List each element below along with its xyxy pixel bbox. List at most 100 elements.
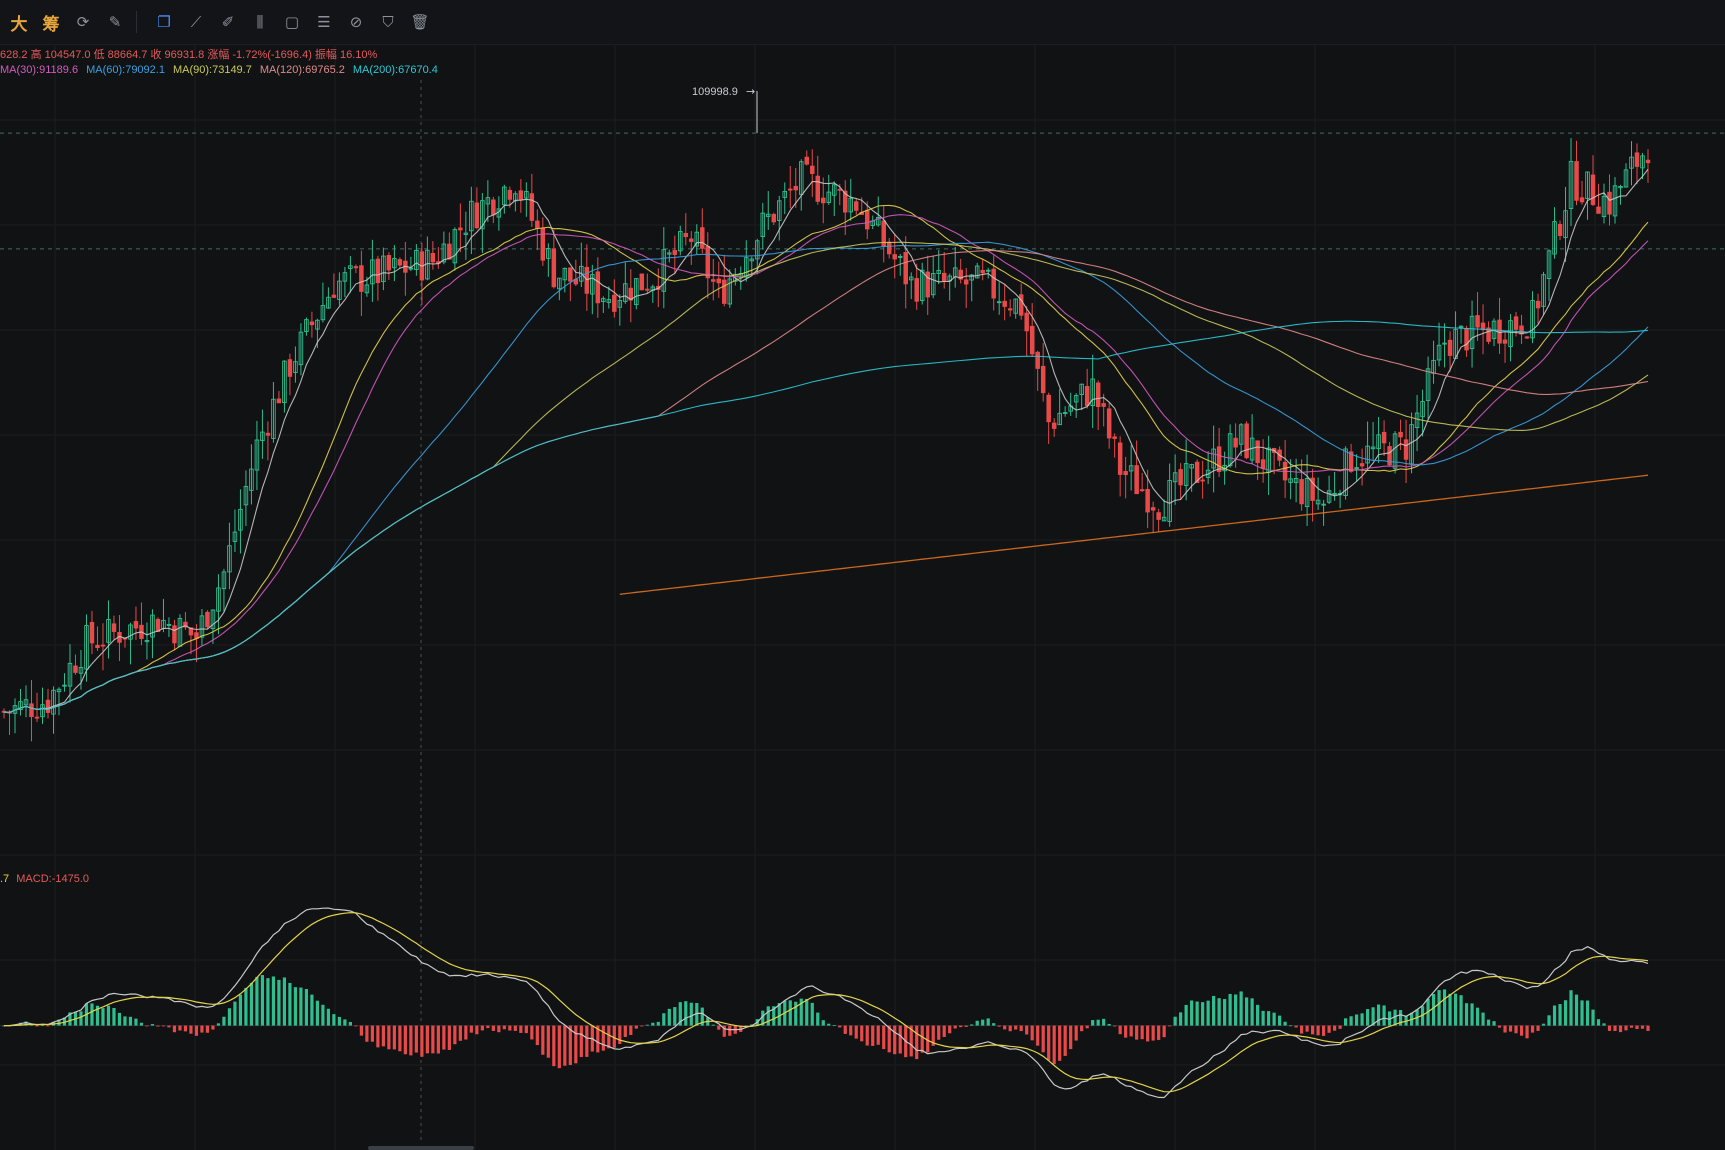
macd-bar (1272, 1012, 1276, 1026)
macd-bar (1536, 1025, 1540, 1031)
price-chart[interactable]: 109998.9 → (0, 0, 1725, 1150)
macd-bar (997, 1025, 1001, 1027)
macd-bar (579, 1025, 583, 1058)
macd-bar (1146, 1025, 1150, 1042)
macd-bar (1646, 1025, 1650, 1031)
macd-bar (183, 1025, 188, 1032)
macd-bar (1541, 1023, 1546, 1026)
macd-bar (640, 1025, 644, 1027)
ma90-line (3, 241, 1649, 713)
macd-bar (233, 1001, 237, 1026)
macd-bar (425, 1025, 429, 1054)
macd-bar (453, 1025, 457, 1045)
macd-bar (348, 1021, 352, 1026)
macd-bar (1547, 1015, 1551, 1026)
macd-bar (1124, 1025, 1128, 1038)
ohlc-readout: 628.2 高 104547.0 低 88664.7 收 96931.8 涨幅 … (0, 46, 377, 62)
candle-body (705, 245, 711, 279)
ma-legend-item: MA(30):91189.6 (0, 64, 79, 76)
ma-legend: MA(30):91189.6 MA(60):79092.1 MA(90):73149… (0, 64, 446, 76)
candle-body (1156, 512, 1161, 520)
candle-body (1117, 442, 1123, 475)
macd-bar (1217, 998, 1221, 1026)
macd-bar (1475, 1007, 1480, 1026)
macd-bar (1278, 1015, 1282, 1026)
macd-bar (161, 1025, 166, 1027)
candle-body (1480, 322, 1486, 330)
macd-bar (563, 1025, 567, 1066)
macd-bar (145, 1025, 149, 1027)
macd-bar (893, 1025, 897, 1055)
macd-bar (1118, 1025, 1122, 1035)
candle-body (815, 175, 821, 202)
macd-bar (1113, 1025, 1117, 1027)
candle-body (1150, 507, 1156, 511)
candle-body (1145, 488, 1150, 513)
candle-body (568, 267, 573, 282)
macd-bar (1052, 1025, 1056, 1065)
macd-bar (40, 1025, 45, 1026)
candle-body (1464, 328, 1469, 351)
macd-bar (915, 1025, 919, 1060)
candle-body (804, 156, 810, 165)
macd-bar (1234, 994, 1238, 1026)
macd-bar (392, 1025, 396, 1050)
macd-bar (1563, 1000, 1568, 1026)
macd-bar (101, 1008, 105, 1026)
macd-prefix: .7 (0, 873, 10, 885)
macd-bar (282, 977, 287, 1026)
macd-bar (898, 1025, 902, 1054)
macd-bar (645, 1024, 649, 1026)
macd-bar (832, 1025, 836, 1026)
candle-body (1596, 206, 1601, 214)
candle-body (1574, 161, 1579, 201)
macd-bar (1360, 1013, 1364, 1026)
macd-bar (508, 1025, 512, 1031)
macd-bar (1343, 1018, 1348, 1026)
macd-bar (623, 1025, 627, 1037)
macd-bar (986, 1018, 990, 1026)
candle-body (1007, 308, 1013, 311)
candle-body (205, 611, 210, 628)
macd-bar (766, 1006, 770, 1026)
ma60-line (3, 241, 1649, 713)
candle-body (716, 278, 722, 284)
macd-bar (486, 1025, 490, 1029)
macd-bar (227, 1008, 232, 1026)
candle-body (689, 238, 694, 242)
macd-bar (788, 1000, 792, 1026)
macd-bar (343, 1019, 347, 1026)
macd-bar (1239, 991, 1243, 1026)
candle-body (397, 259, 403, 266)
macd-bar (1607, 1025, 1612, 1031)
candle-body (309, 321, 315, 326)
macd-bar (1448, 993, 1452, 1026)
macd-bar (1267, 1011, 1271, 1026)
macd-bar (167, 1025, 171, 1028)
candle-body (45, 699, 51, 713)
macd-bar (1470, 1003, 1474, 1026)
macd-bar (222, 1016, 226, 1026)
macd-bar (876, 1025, 880, 1045)
candle-body (359, 265, 364, 292)
macd-bar (200, 1025, 204, 1033)
macd-bar (288, 982, 292, 1026)
macd-bar (667, 1008, 671, 1026)
macd-bar (1327, 1025, 1331, 1033)
macd-bar (1157, 1025, 1161, 1040)
macd-bar (1311, 1025, 1315, 1035)
macd-bar (480, 1025, 484, 1031)
candle-body (1134, 465, 1139, 495)
macd-bar (1003, 1025, 1007, 1030)
macd-bar (1179, 1012, 1183, 1026)
macd-bar (1228, 993, 1232, 1026)
macd-bar (414, 1025, 418, 1053)
macd-bar (436, 1025, 440, 1054)
macd-bar (656, 1021, 660, 1026)
candle-body (1502, 339, 1508, 344)
macd-bar (513, 1025, 517, 1031)
macd-bar (1168, 1025, 1172, 1027)
candle-body (711, 279, 716, 282)
macd-bar (497, 1025, 501, 1033)
timeline-scrollbar[interactable] (368, 1146, 474, 1150)
